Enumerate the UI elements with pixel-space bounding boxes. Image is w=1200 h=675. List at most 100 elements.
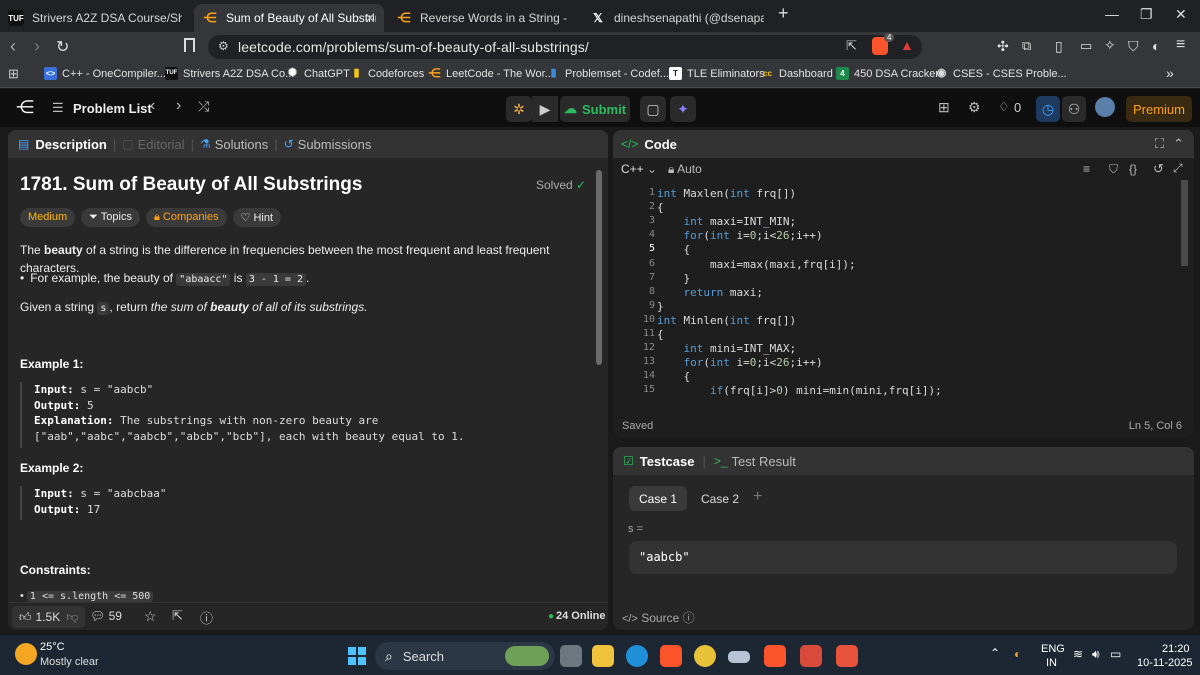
- bookmark-item[interactable]: TUF Strivers A2Z DSA Co...: [165, 67, 294, 80]
- streak-icon[interactable]: ♢: [998, 99, 1010, 115]
- reset-icon[interactable]: ↺: [1153, 161, 1164, 177]
- browser-tab-active[interactable]: ⋲ Sum of Beauty of All Substrings ✕: [194, 4, 384, 32]
- case-1-tab[interactable]: Case 1: [629, 486, 687, 511]
- layout-icon[interactable]: ⊞: [938, 99, 950, 116]
- help-icon[interactable]: ⓘ: [200, 608, 213, 627]
- testcase-input[interactable]: "aabcb": [629, 541, 1177, 574]
- wallet-icon[interactable]: ▭: [1080, 38, 1092, 54]
- shuffle-icon[interactable]: ⤮: [198, 98, 209, 115]
- battery-icon[interactable]: ▭: [1110, 647, 1121, 661]
- minimize-icon[interactable]: —: [1105, 6, 1119, 22]
- code-line[interactable]: maxi=max(maxi,frq[i]);: [657, 258, 856, 272]
- bookmark-icon[interactable]: [184, 38, 195, 52]
- browser-tab[interactable]: TUF Strivers A2Z DSA Course/Sheet - Cra: [0, 4, 190, 32]
- forward-icon[interactable]: ›: [34, 36, 40, 57]
- fullscreen-icon[interactable]: ⛶: [1155, 136, 1164, 152]
- bookmark-item[interactable]: ▮ Codeforces: [350, 67, 424, 80]
- topics-button[interactable]: ⏷ Topics: [81, 208, 140, 227]
- task-view-icon[interactable]: [560, 645, 582, 667]
- code-line[interactable]: int Minlen(int frq[]): [657, 314, 796, 328]
- extensions-icon[interactable]: ✣: [997, 38, 1009, 55]
- menu-icon[interactable]: ≡: [1176, 36, 1185, 54]
- bookmark-item[interactable]: ▮ Problemset - Codef...: [547, 67, 668, 80]
- reload-icon[interactable]: ↻: [56, 37, 69, 57]
- edge-icon[interactable]: [626, 645, 648, 667]
- notes-button[interactable]: ▢: [640, 96, 666, 122]
- auto-mode[interactable]: 🔒︎ Auto: [668, 162, 702, 177]
- code-line[interactable]: {: [657, 243, 690, 257]
- brave-rewards-icon[interactable]: ▲: [900, 37, 914, 53]
- code-editor[interactable]: 1 int Maxlen(int frq[]) 2{3 int maxi=INT_M…: [613, 186, 1188, 406]
- problem-list-link[interactable]: Problem List: [73, 101, 152, 116]
- bookmark-item[interactable]: ◉ CSES - CSES Proble...: [935, 67, 1067, 80]
- avatar[interactable]: [1095, 97, 1115, 117]
- translate-icon[interactable]: ⧉: [1022, 38, 1031, 54]
- submit-button[interactable]: ☁ Submit: [560, 96, 630, 122]
- premium-button[interactable]: Premium: [1126, 96, 1192, 122]
- bookmark-item[interactable]: cc Dashboard: [761, 67, 833, 80]
- vpn-icon[interactable]: ⛉: [1128, 38, 1139, 55]
- brave-app-icon[interactable]: [764, 645, 786, 667]
- ai-button[interactable]: ✦: [670, 96, 696, 122]
- code-line[interactable]: {: [657, 201, 664, 215]
- profile-icon[interactable]: ◐: [1152, 38, 1160, 54]
- description-scrollbar[interactable]: [596, 170, 602, 365]
- editor-scrollbar[interactable]: [1181, 180, 1188, 266]
- weather-icon[interactable]: [15, 643, 37, 665]
- wifi-icon[interactable]: ≋: [1073, 647, 1083, 661]
- thumbs-down-icon[interactable]: 👎︎: [66, 610, 78, 625]
- tab-editorial[interactable]: Editorial: [138, 137, 185, 152]
- tab-submissions[interactable]: Submissions: [298, 137, 372, 152]
- close-tab-icon[interactable]: ✕: [364, 10, 376, 27]
- expand-icon[interactable]: ⤢: [1173, 161, 1183, 176]
- url-bar[interactable]: ⚙ leetcode.com/problems/sum-of-beauty-of…: [208, 33, 922, 59]
- close-window-icon[interactable]: ✕: [1175, 6, 1187, 23]
- sidebar-icon[interactable]: ▯: [1055, 38, 1063, 55]
- leo-ai-icon[interactable]: ✧: [1104, 37, 1116, 54]
- file-explorer-icon[interactable]: [592, 645, 614, 667]
- star-icon[interactable]: ☆: [144, 608, 157, 625]
- add-friend-button[interactable]: ⚇: [1062, 96, 1086, 122]
- code-line[interactable]: int mini=INT_MAX;: [657, 342, 797, 356]
- hint-button[interactable]: ♡ Hint: [232, 208, 282, 227]
- code-line[interactable]: }: [657, 272, 690, 286]
- tab-testcase[interactable]: Testcase: [640, 454, 695, 469]
- start-icon[interactable]: [348, 647, 366, 665]
- case-2-tab[interactable]: Case 2: [691, 486, 749, 511]
- taskbar-search[interactable]: ⌕ Search: [375, 642, 555, 670]
- code-line[interactable]: int Maxlen(int frq[]): [657, 187, 796, 201]
- code-line[interactable]: }: [657, 300, 664, 314]
- tray-app-icon[interactable]: ◐: [1014, 647, 1021, 661]
- bookmark-item[interactable]: 4 450 DSA Cracker: [836, 67, 939, 80]
- chrome-icon[interactable]: [694, 645, 716, 667]
- code-line[interactable]: int maxi=INT_MIN;: [657, 215, 797, 229]
- tray-chevron-icon[interactable]: ⌃: [990, 646, 1000, 660]
- apps-grid-icon[interactable]: ⊞: [8, 66, 19, 82]
- settings-icon[interactable]: ⚙: [968, 99, 981, 116]
- bookmark-item[interactable]: T TLE Eliminators: [669, 67, 765, 80]
- tab-test-result[interactable]: Test Result: [732, 454, 796, 469]
- run-button[interactable]: ▶: [532, 96, 558, 122]
- collapse-icon[interactable]: ⌃: [1173, 136, 1184, 152]
- problem-title[interactable]: 1781. Sum of Beauty of All Substrings: [20, 174, 362, 196]
- debug-button[interactable]: ✲: [506, 96, 532, 122]
- like-button[interactable]: 👍︎ 1.5K 👎︎: [12, 606, 86, 628]
- more-bookmarks-icon[interactable]: »: [1166, 65, 1174, 81]
- bookmark-item[interactable]: ⋲ LeetCode - The Wor...: [428, 67, 554, 80]
- restore-icon[interactable]: ❐: [1140, 6, 1153, 23]
- browser-tab[interactable]: ⋲ Reverse Words in a String - LeetCode: [388, 4, 578, 32]
- format-icon[interactable]: ≡: [1083, 162, 1090, 176]
- code-line[interactable]: for(int i=0;i<26;i++): [657, 356, 823, 370]
- back-icon[interactable]: ‹: [10, 36, 16, 57]
- share-icon[interactable]: ⇱: [172, 608, 183, 624]
- timer-button[interactable]: ◷: [1036, 96, 1060, 122]
- code-line[interactable]: {: [657, 328, 664, 342]
- braces-icon[interactable]: {}: [1129, 162, 1137, 176]
- share-icon[interactable]: ⇱: [846, 38, 857, 54]
- code-line[interactable]: {: [657, 370, 690, 384]
- brave-profile-icon[interactable]: [800, 645, 822, 667]
- tab-description[interactable]: Description: [35, 137, 107, 152]
- code-line[interactable]: for(int i=0;i<26;i++): [657, 229, 823, 243]
- keyboard-icon[interactable]: [728, 651, 750, 663]
- code-line[interactable]: return maxi;: [657, 286, 764, 300]
